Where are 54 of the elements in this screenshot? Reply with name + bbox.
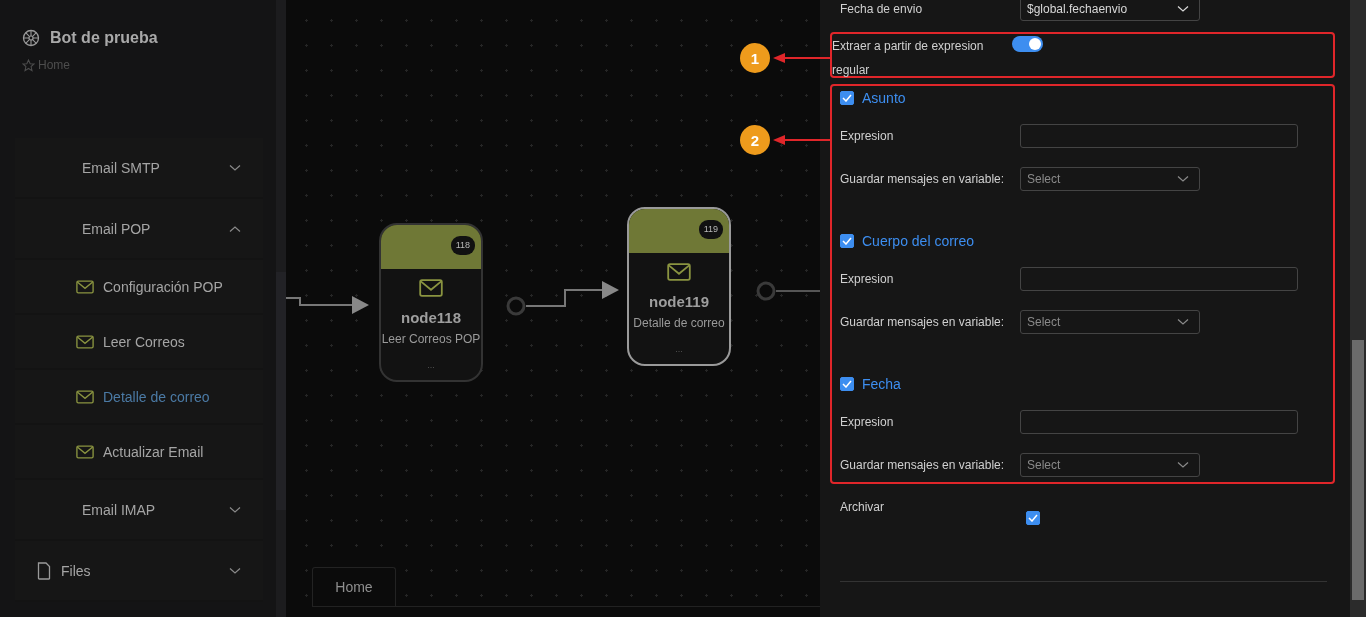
app-title: Bot de prueba: [50, 29, 158, 47]
field-label: Archivar: [840, 500, 885, 516]
envelope-icon: [667, 263, 691, 281]
field-label: Guardar mensajes en variable:: [840, 172, 1006, 186]
envelope-icon: [76, 334, 94, 349]
select-field[interactable]: Select: [1020, 310, 1200, 334]
scrollbar[interactable]: [1350, 0, 1366, 617]
file-icon: [37, 561, 51, 580]
select-field[interactable]: Select: [1020, 453, 1200, 477]
field-label: Guardar mensajes en variable:: [840, 458, 1006, 472]
checkbox[interactable]: [840, 234, 854, 248]
checkbox[interactable]: [840, 91, 854, 105]
node-number: 118: [450, 236, 475, 255]
node-title: node119: [649, 293, 709, 310]
envelope-icon: [76, 279, 94, 294]
port-circle[interactable]: [506, 296, 526, 316]
chevron-down-icon: [1177, 5, 1189, 13]
star-icon: [22, 58, 35, 72]
select-field[interactable]: Select: [1020, 167, 1200, 191]
node-more: ...: [427, 360, 435, 370]
envelope-icon: [76, 389, 94, 404]
input-field[interactable]: [1020, 267, 1298, 291]
input-field[interactable]: [1020, 124, 1298, 148]
field-label: Guardar mensajes en variable:: [840, 315, 1006, 329]
chevron-down-icon: [1177, 461, 1189, 469]
node-more: ...: [675, 344, 683, 354]
checkbox-label: Cuerpo del correo: [862, 233, 975, 249]
select-field[interactable]: $global.fechaenvio: [1020, 0, 1200, 21]
flow-node[interactable]: 118 node118 Leer Correos POP ...: [379, 223, 483, 382]
field-label: Extraer a partir de expresion regular: [832, 38, 985, 79]
tab[interactable]: Home: [312, 567, 396, 606]
node-title: node118: [401, 309, 461, 326]
toggle-switch[interactable]: [1012, 36, 1043, 52]
checkbox[interactable]: [840, 377, 854, 391]
envelope-icon: [419, 279, 443, 297]
field-label: Fecha de envio: [840, 2, 924, 16]
node-subtitle: Leer Correos POP: [381, 332, 481, 346]
chevron-down-icon: [1177, 318, 1189, 326]
checkbox-label: Asunto: [862, 90, 906, 106]
field-label: Expresion: [840, 129, 895, 143]
wheel-icon: [22, 29, 40, 47]
envelope-icon: [76, 444, 94, 459]
scrollbar[interactable]: [276, 272, 286, 510]
checkbox[interactable]: [1026, 511, 1040, 525]
field-label: Expresion: [840, 272, 895, 286]
field-label: Expresion: [840, 415, 895, 429]
input-field[interactable]: [1020, 410, 1298, 434]
node-subtitle: Detalle de correo: [633, 316, 725, 330]
checkbox-label: Fecha: [862, 376, 901, 392]
connector-line: [775, 290, 820, 292]
node-number: 119: [698, 220, 723, 239]
port-circle[interactable]: [756, 281, 776, 301]
chevron-down-icon: [1177, 175, 1189, 183]
flow-node[interactable]: 119 node119 Detalle de correo ...: [627, 207, 731, 366]
